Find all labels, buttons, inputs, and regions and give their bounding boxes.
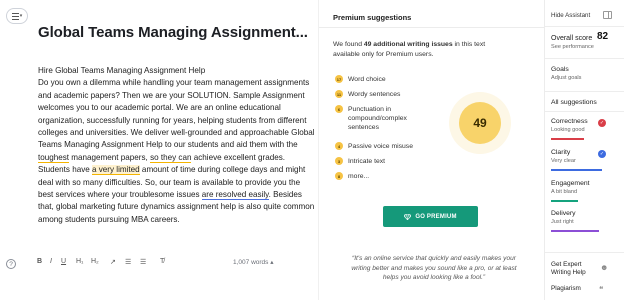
category-progress-bar [551,200,578,202]
people-icon: ☻ [600,263,609,272]
ordered-list-button[interactable]: ☰ [125,258,131,266]
heading1-button[interactable]: H₁ [76,258,83,265]
overall-score-value: 82 [597,31,609,42]
summary-text: We found [333,41,364,48]
list-item[interactable]: 8 more... [335,172,369,181]
flagged-phrase-so-they-can[interactable]: so they can [150,152,192,163]
quote-icon: ❝ [599,285,604,294]
count-badge: 8 [335,172,343,180]
category-delivery[interactable]: Delivery Just right [545,206,624,236]
heading2-button[interactable]: H₂ [91,258,99,265]
go-premium-label: GO PREMIUM [415,213,457,220]
premium-suggestions-panel: Premium suggestions We found 49 addition… [318,0,545,300]
document-body[interactable]: Hire Global Teams Managing Assignment He… [38,65,315,226]
divider [545,91,624,92]
issue-label: Punctuation in compound/complex sentence… [348,106,407,131]
premium-summary: We found 49 additional writing issues in… [333,40,503,60]
divider [545,252,624,253]
adjust-goals-link[interactable]: Adjust goals [551,75,581,81]
bullet-list-button[interactable]: ☰ [140,258,146,266]
plagiarism-button[interactable]: Plagiarism [551,285,581,292]
italic-button[interactable]: I [50,258,52,265]
more-link[interactable]: more... [348,172,369,181]
list-item: 3 Intricate text [335,157,385,166]
clear-format-button[interactable]: T̸ [160,258,164,265]
count-badge: 6 [335,105,343,113]
count-badge: 17 [335,75,343,83]
category-name: Clarity [551,149,571,156]
flagged-word-toughest[interactable]: toughest [38,152,70,163]
divider [319,27,545,28]
body-paragraph-text: Do you own a dilemma while handling your… [38,78,315,150]
see-performance-link[interactable]: See performance [551,44,594,50]
go-premium-button[interactable]: GO PREMIUM [383,206,478,227]
body-paragraph-text: management papers, [69,152,151,162]
category-progress-bar [551,230,599,232]
issue-label: Wordy sentences [348,91,401,98]
bold-button[interactable]: B [37,258,42,265]
divider [545,58,624,59]
divider [545,26,624,27]
count-badge: 11 [335,90,343,98]
category-engagement[interactable]: Engagement A bit bland [545,176,624,206]
premium-heading: Premium suggestions [333,13,412,22]
document-title[interactable]: Global Teams Managing Assignment... [38,24,313,41]
category-status: Looking good [551,127,585,133]
category-clarity[interactable]: Clarity Very clear ✓ [545,145,624,175]
chevron-down-icon: ▾ [19,13,23,19]
list-item: 11 Wordy sentences [335,90,400,99]
category-name: Engagement [551,180,590,187]
all-suggestions-tab[interactable]: All suggestions [551,99,597,106]
check-icon: ✓ [598,150,606,158]
word-count[interactable]: 1,007 words ▴ [233,258,273,266]
editor-pane: ▾ Global Teams Managing Assignment... Hi… [0,0,318,300]
issue-label: Word choice [348,76,386,83]
testimonial-quote: “It's an online service that quickly and… [351,255,517,282]
list-item: 17 Word choice [335,75,386,84]
underline-button[interactable]: U [61,258,66,265]
category-progress-bar [551,138,584,140]
category-name: Delivery [551,210,576,217]
diamond-icon [404,213,412,220]
issue-label: Intricate text [348,158,386,165]
help-icon[interactable]: ? [6,259,16,269]
body-heading-line: Hire Global Teams Managing Assignment He… [38,66,206,75]
category-correctness[interactable]: Correctness Looking good ✓ [545,114,624,144]
assistant-sidebar: Hide Assistant Overall score 82 See perf… [544,0,624,300]
category-status: Very clear [551,158,576,164]
list-item: 4 Passive voice misuse [335,142,413,151]
category-name: Correctness [551,118,588,125]
hide-assistant-button[interactable]: Hide Assistant [551,12,590,19]
flagged-phrase-a-very-limited[interactable]: a very limited [92,165,140,176]
panel-toggle-icon[interactable] [603,11,612,19]
list-item: 6 Punctuation in compound/complex senten… [335,105,427,132]
alert-icon: ✓ [598,119,606,127]
issue-label: Passive voice misuse [348,143,413,150]
category-status: A bit bland [551,189,578,195]
premium-score-halo: 49 [449,92,511,154]
divider [545,111,624,112]
hamburger-icon [11,12,19,20]
overall-score-label[interactable]: Overall score [551,35,592,42]
category-progress-bar [551,169,602,171]
link-button[interactable]: ↗ [110,258,116,266]
goals-label[interactable]: Goals [551,66,569,73]
flagged-phrase-are-resolved-easily[interactable]: are resolved easily [201,190,269,201]
category-status: Just right [551,219,574,225]
menu-button[interactable]: ▾ [6,8,28,24]
premium-issue-count-circle: 49 [459,102,501,144]
expert-writing-help-button[interactable]: Get Expert Writing Help [551,261,595,277]
count-badge: 3 [335,157,343,165]
count-badge: 4 [335,142,343,150]
summary-count: 49 additional writing issues [363,41,453,48]
